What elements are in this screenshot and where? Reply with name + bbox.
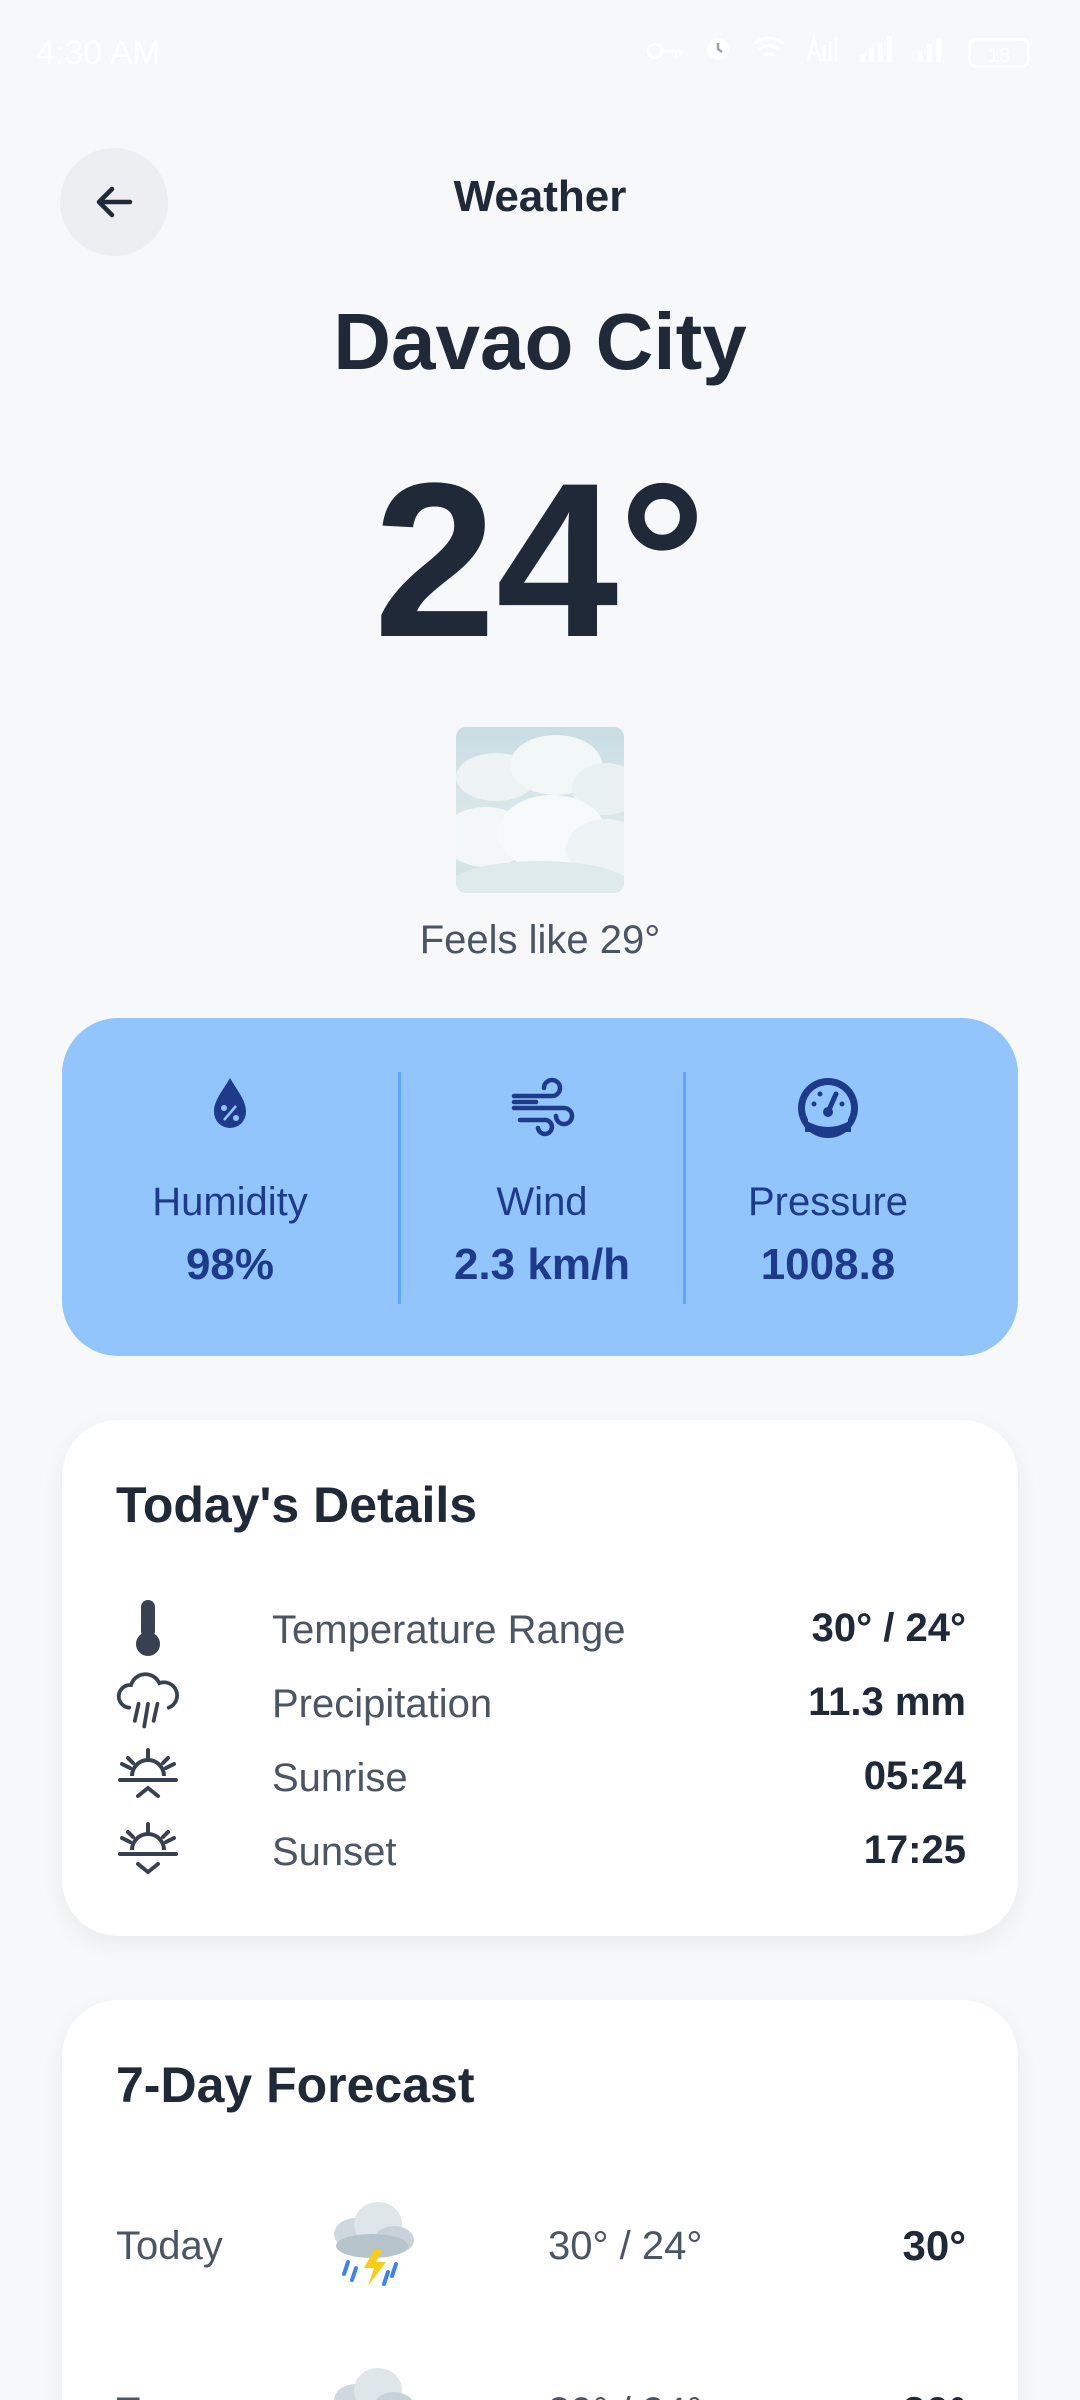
- signal-icon: [856, 32, 896, 73]
- wind-icon: [508, 1074, 576, 1143]
- wifi-icon: [752, 33, 786, 72]
- status-icons: 18: [646, 32, 1030, 73]
- sunrise-icon: [116, 1744, 180, 1808]
- forecast-card: 7-Day Forecast Today 30° / 24° 30° Tomor…: [62, 2000, 1018, 2400]
- rain-cloud-icon: [116, 1670, 180, 1734]
- forecast-row[interactable]: Tomorrow 30° / 24° 30°: [116, 2362, 966, 2400]
- feels-like: Feels like 29°: [419, 918, 661, 962]
- battery-icon: 18: [968, 37, 1030, 68]
- detail-value: 05:24: [863, 1754, 966, 1798]
- forecast-high: 30°: [902, 2388, 966, 2400]
- cloud-icon: [326, 2362, 418, 2400]
- humidity-label: Humidity: [152, 1180, 308, 1224]
- gauge-icon: [794, 1074, 862, 1147]
- wind-label: Wind: [496, 1180, 588, 1224]
- detail-value: 30° / 24°: [811, 1606, 966, 1650]
- detail-row-sunset: Sunset 17:25: [116, 1818, 966, 1882]
- todays-details-card: Today's Details Temperature Range 30° / …: [62, 1420, 1018, 1936]
- forecast-range: 30° / 24°: [548, 2224, 703, 2268]
- detail-label: Sunset: [272, 1830, 397, 1874]
- detail-row-sunrise: Sunrise 05:24: [116, 1744, 966, 1808]
- humidity-stat: Humidity 98%: [62, 1018, 398, 1356]
- detail-label: Precipitation: [272, 1682, 493, 1726]
- page-title: Weather: [453, 172, 627, 221]
- detail-row-precipitation: Precipitation 11.3 mm: [116, 1670, 966, 1734]
- status-time: 4:30 AM: [36, 34, 161, 72]
- data-icon: [914, 32, 950, 73]
- forecast-row[interactable]: Today 30° / 24° 30°: [116, 2196, 966, 2296]
- pressure-stat: Pressure 1008.8: [686, 1018, 970, 1356]
- status-bar: 4:30 AM 18: [0, 0, 1080, 110]
- weather-screen: 4:30 AM 18 Weather Davao City 24° Feels …: [0, 0, 1080, 2400]
- detail-row-temperature-range: Temperature Range 30° / 24°: [116, 1596, 966, 1660]
- pressure-label: Pressure: [747, 1180, 909, 1224]
- forecast-range: 30° / 24°: [548, 2390, 702, 2400]
- pressure-value: 1008.8: [760, 1240, 896, 1289]
- detail-label: Temperature Range: [272, 1608, 626, 1652]
- thunderstorm-icon: [326, 2196, 418, 2292]
- detail-value: 17:25: [863, 1828, 966, 1872]
- alarm-icon: [702, 32, 734, 73]
- cloud-icon: [456, 727, 624, 893]
- wind-stat: Wind 2.3 km/h: [401, 1018, 683, 1356]
- forecast-day: Tomorrow: [116, 2390, 292, 2400]
- forecast-high: 30°: [902, 2222, 966, 2269]
- thermometer-icon: [116, 1596, 180, 1660]
- forecast-title: 7-Day Forecast: [116, 2057, 475, 2113]
- city-name: Davao City: [333, 297, 747, 386]
- humidity-drop-icon: [202, 1074, 258, 1139]
- details-title: Today's Details: [116, 1477, 478, 1533]
- weather-stats-card: Humidity 98% Wind 2.3 km/h Pressure 1008…: [62, 1018, 1018, 1356]
- humidity-value: 98%: [185, 1240, 275, 1289]
- detail-value: 11.3 mm: [808, 1680, 966, 1724]
- forecast-day: Today: [116, 2224, 223, 2268]
- sunset-icon: [116, 1818, 180, 1882]
- wind-value: 2.3 km/h: [453, 1240, 631, 1289]
- signal-icon: [804, 33, 838, 72]
- current-temperature: 24°: [373, 437, 707, 683]
- key-icon: [646, 33, 684, 72]
- detail-label: Sunrise: [272, 1756, 408, 1800]
